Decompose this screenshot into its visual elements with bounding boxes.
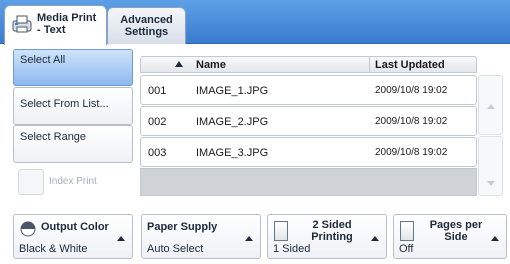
row-last-updated: 2009/10/8 19:02 (375, 147, 448, 158)
option-title: 2 Sided Printing (311, 219, 353, 243)
tab-bar: Media Print - Text Advanced Settings (0, 0, 510, 45)
row-file-name: IMAGE_2.JPG (196, 116, 269, 128)
row-number: 002 (148, 116, 167, 128)
chevron-up-icon (368, 229, 382, 247)
select-from-list-button[interactable]: Select From List... (13, 87, 133, 125)
option-value: Off (399, 243, 414, 255)
index-print-checkbox[interactable] (18, 169, 44, 195)
file-list: Name Last Updated 001 IMAGE_1.JPG 2009/1… (140, 56, 477, 196)
row-last-updated: 2009/10/8 19:02 (375, 85, 448, 96)
row-file-name: IMAGE_3.JPG (196, 147, 269, 159)
option-title: Paper Supply (147, 221, 218, 233)
column-header-last-updated[interactable]: Last Updated (375, 59, 445, 71)
chevron-up-icon (488, 229, 502, 247)
media-print-icon (12, 15, 32, 33)
column-header-name[interactable]: Name (196, 59, 226, 71)
option-title: Pages per Side (429, 219, 483, 243)
row-file-name: IMAGE_1.JPG (196, 85, 269, 97)
output-color-icon (20, 221, 36, 237)
document-icon (400, 221, 414, 241)
option-title: Output Color (41, 221, 109, 233)
table-row[interactable]: 002 IMAGE_2.JPG 2009/10/8 19:02 (140, 106, 477, 136)
scroll-down-button[interactable] (478, 136, 503, 196)
tab-advanced-settings[interactable]: Advanced Settings (107, 7, 186, 44)
select-range-button[interactable]: Select Range (13, 125, 133, 163)
row-number: 001 (148, 85, 167, 97)
arrow-down-icon (487, 181, 495, 186)
tab-label: Media Print - Text (37, 12, 97, 36)
row-number: 003 (148, 147, 167, 159)
list-header: Name Last Updated (140, 56, 477, 73)
table-row[interactable]: 003 IMAGE_3.JPG 2009/10/8 19:02 (140, 137, 477, 167)
list-empty-area (140, 168, 477, 196)
sort-ascending-icon[interactable] (175, 60, 183, 68)
pages-per-side-button[interactable]: Pages per Side Off (393, 214, 507, 259)
chevron-up-icon (242, 229, 256, 247)
two-sided-printing-button[interactable]: 2 Sided Printing 1 Sided (267, 214, 387, 259)
option-value: Black & White (19, 243, 88, 255)
index-print-label: Index Print (49, 176, 97, 187)
select-all-button[interactable]: Select All (13, 49, 133, 86)
tab-media-print-text[interactable]: Media Print - Text (4, 5, 107, 45)
scroll-up-button[interactable] (478, 75, 503, 135)
arrow-up-icon (487, 104, 495, 109)
option-value: Auto Select (147, 243, 204, 255)
document-icon (274, 221, 288, 241)
tab-label: Advanced Settings (120, 14, 173, 38)
paper-supply-button[interactable]: Paper Supply Auto Select (141, 214, 261, 259)
row-last-updated: 2009/10/8 19:02 (375, 116, 448, 127)
option-value: 1 Sided (273, 243, 311, 255)
list-scroll (478, 56, 503, 196)
column-divider (369, 57, 370, 73)
output-color-button[interactable]: Output Color Black & White (13, 214, 133, 259)
table-row[interactable]: 001 IMAGE_1.JPG 2009/10/8 19:02 (140, 75, 477, 105)
chevron-up-icon (114, 229, 128, 247)
